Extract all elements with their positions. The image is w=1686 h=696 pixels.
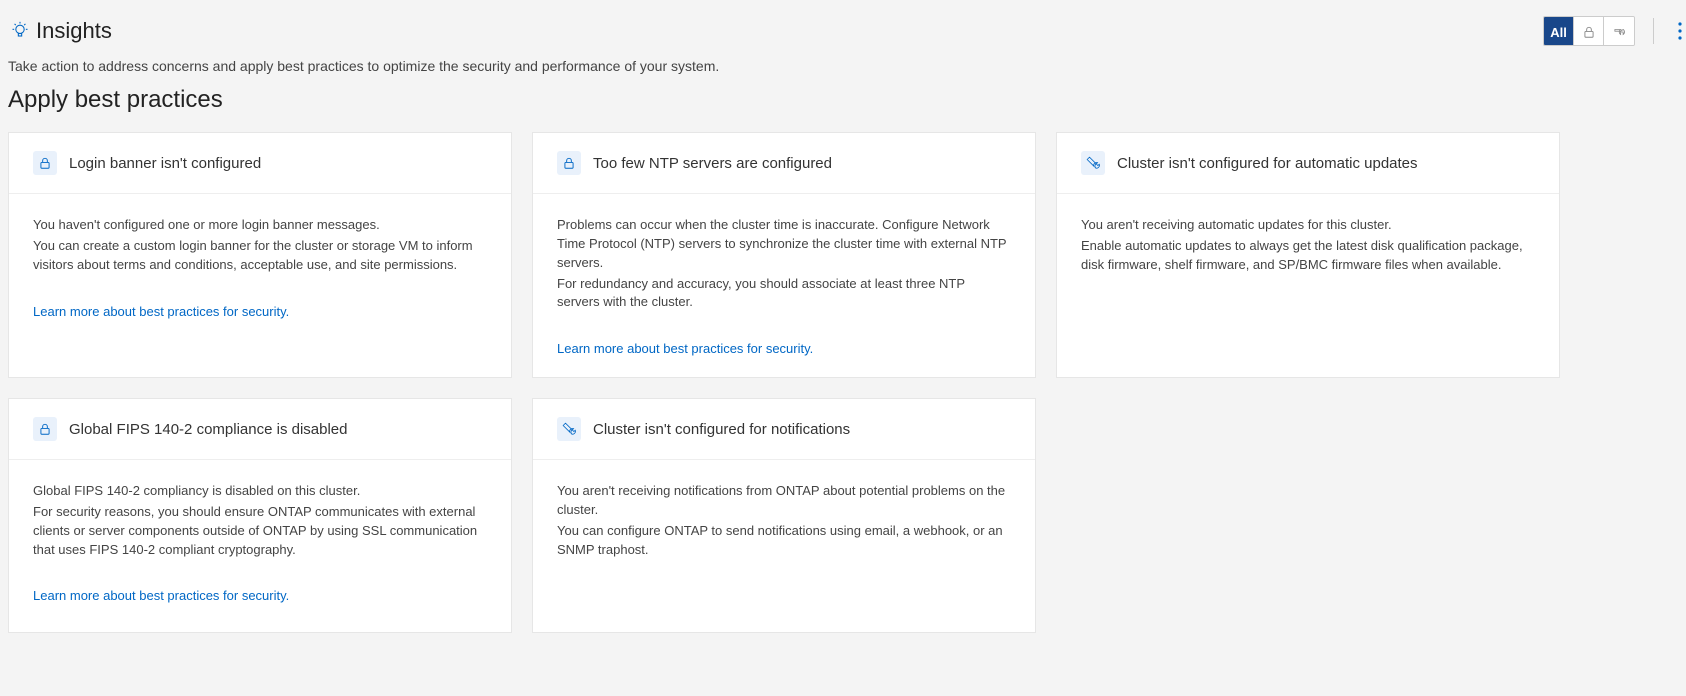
card-text: You haven't configured one or more login… [33,216,487,235]
lock-icon [557,151,581,175]
lock-icon [33,417,57,441]
lock-icon [33,151,57,175]
lightbulb-icon [10,21,30,41]
card-text: You aren't receiving automatic updates f… [1081,216,1535,235]
filter-maintenance-button[interactable] [1604,17,1634,46]
insight-card: Cluster isn't configured for notificatio… [532,398,1036,633]
insight-card: Too few NTP servers are configured Proble… [532,132,1036,378]
filter-security-button[interactable] [1574,17,1604,46]
learn-more-link[interactable]: Learn more about best practices for secu… [557,340,813,359]
card-text: For redundancy and accuracy, you should … [557,275,1011,313]
learn-more-link[interactable]: Learn more about best practices for secu… [33,303,289,322]
card-header: Global FIPS 140-2 compliance is disabled [9,399,511,460]
divider [1653,18,1654,44]
insight-card: Login banner isn't configured You haven't… [8,132,512,378]
card-title: Cluster isn't configured for automatic u… [1117,155,1418,172]
wrench-icon [1612,25,1626,39]
filter-all-button[interactable]: All [1544,17,1574,46]
page-title: Insights [36,18,112,44]
card-header: Login banner isn't configured [9,133,511,194]
card-body: Problems can occur when the cluster time… [533,194,1035,377]
card-body: Global FIPS 140-2 compliancy is disabled… [9,460,511,624]
filter-group: All [1543,16,1635,46]
wrench-icon [1081,151,1105,175]
section-heading: Apply best practices [8,86,1686,114]
card-body: You haven't configured one or more login… [9,194,511,339]
card-text: You aren't receiving notifications from … [557,482,1011,520]
card-body: You aren't receiving automatic updates f… [1057,194,1559,295]
card-header: Too few NTP servers are configured [533,133,1035,194]
more-options-button[interactable] [1668,16,1686,46]
insight-card: Global FIPS 140-2 compliance is disabled… [8,398,512,633]
title-group: Insights [10,18,112,44]
card-title: Cluster isn't configured for notificatio… [593,421,850,438]
learn-more-link[interactable]: Learn more about best practices for secu… [33,587,289,606]
lock-icon [1582,25,1596,39]
card-text: Enable automatic updates to always get t… [1081,237,1535,275]
page-subtitle: Take action to address concerns and appl… [8,50,1686,80]
card-text: Global FIPS 140-2 compliancy is disabled… [33,482,487,501]
card-text: For security reasons, you should ensure … [33,503,487,560]
card-text: Problems can occur when the cluster time… [557,216,1011,273]
header: Insights All [8,8,1686,50]
card-title: Login banner isn't configured [69,155,261,172]
toolbar: All [1543,16,1686,46]
insight-card: Cluster isn't configured for automatic u… [1056,132,1560,378]
card-title: Too few NTP servers are configured [593,155,832,172]
card-header: Cluster isn't configured for automatic u… [1057,133,1559,194]
card-header: Cluster isn't configured for notificatio… [533,399,1035,460]
card-body: You aren't receiving notifications from … [533,460,1035,579]
cards-grid: Login banner isn't configured You haven't… [8,132,1686,633]
card-text: You can create a custom login banner for… [33,237,487,275]
card-text: You can configure ONTAP to send notifica… [557,522,1011,560]
card-title: Global FIPS 140-2 compliance is disabled [69,421,347,438]
wrench-icon [557,417,581,441]
